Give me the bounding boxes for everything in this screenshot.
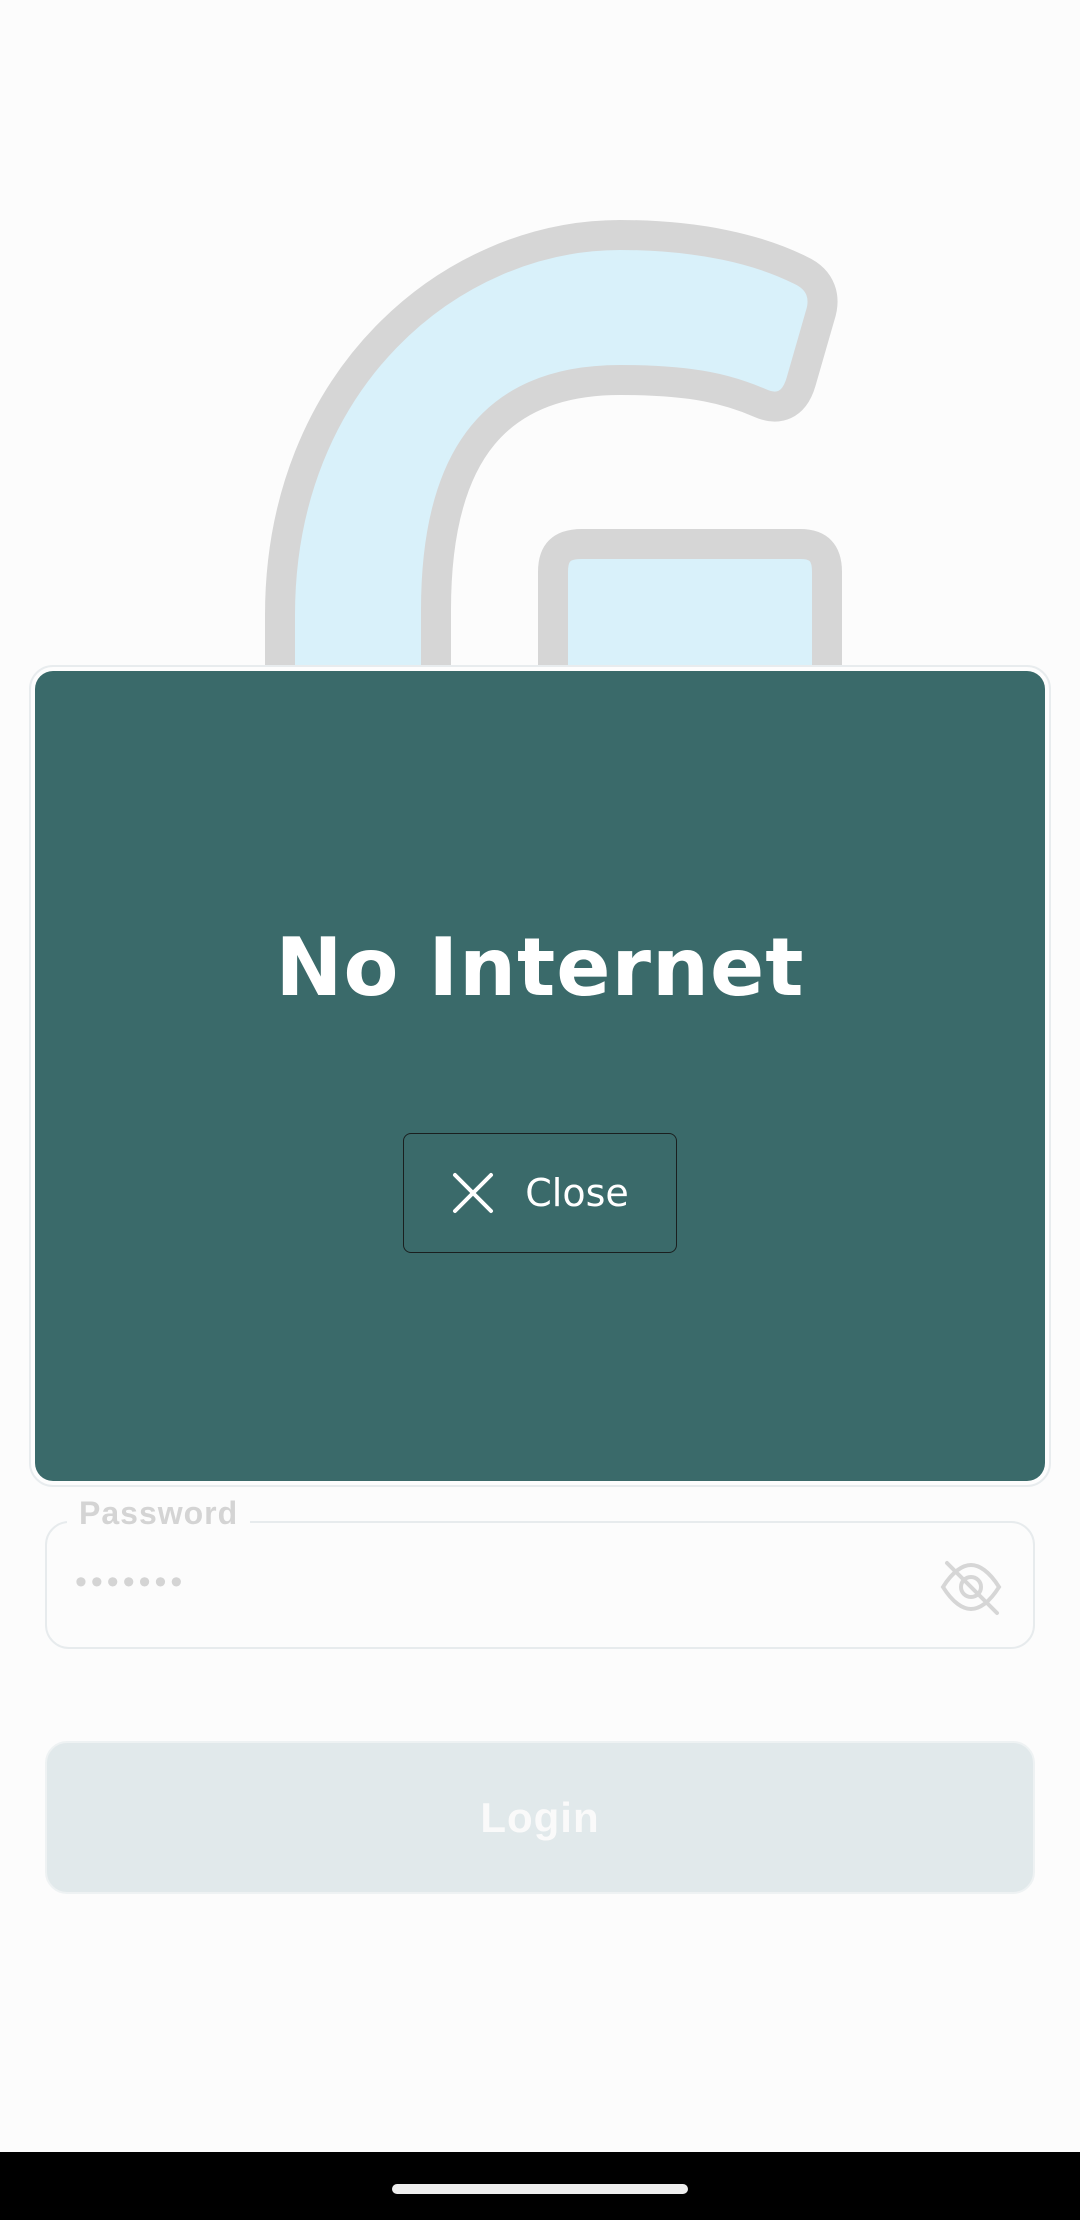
no-internet-dialog: No Internet Close [29,665,1051,1487]
status-bar [0,0,1080,60]
navigation-bar [0,2152,1080,2220]
dialog-title: No Internet [275,921,805,1014]
login-button[interactable]: Login [45,1741,1035,1894]
password-field-label: Password [67,1495,251,1532]
login-button-label: Login [480,1793,600,1841]
eye-off-icon[interactable] [939,1557,1003,1617]
close-button[interactable]: Close [403,1133,677,1253]
close-icon [451,1171,495,1215]
dialog-panel: No Internet Close [35,671,1045,1481]
password-field[interactable]: Password ••••••• [45,1495,1035,1649]
password-input-value[interactable]: ••••••• [75,1563,186,1602]
home-indicator[interactable] [392,2184,688,2194]
app-logo [200,210,880,670]
close-button-label: Close [525,1171,629,1215]
